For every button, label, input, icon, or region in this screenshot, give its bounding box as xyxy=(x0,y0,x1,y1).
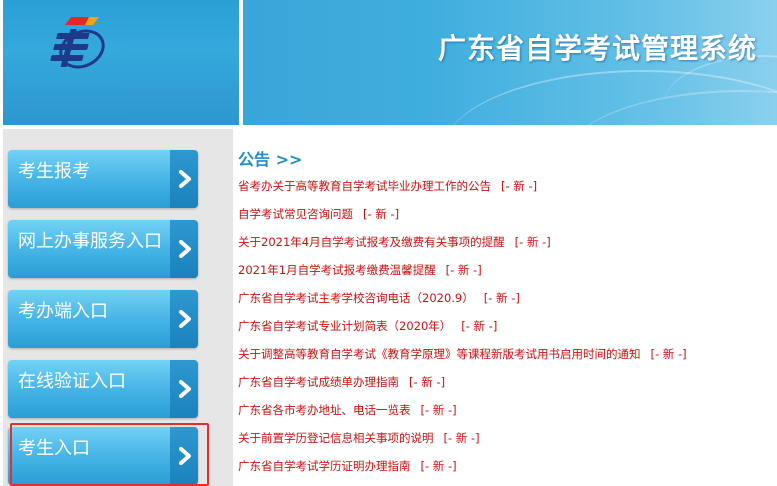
page-header: 广东省自学考试管理系统 xyxy=(0,0,777,127)
notice-link[interactable]: 关于前置学历登记信息相关事项的说明 xyxy=(238,431,434,445)
new-badge: [- 新 -] xyxy=(363,207,400,221)
list-item: 广东省自学考试成绩单办理指南 [- 新 -] xyxy=(238,372,773,400)
new-badge: [- 新 -] xyxy=(409,375,446,389)
notice-link[interactable]: 省考办关于高等教育自学考试毕业办理工作的公告 xyxy=(238,179,491,193)
notice-list: 省考办关于高等教育自学考试毕业办理工作的公告 [- 新 -] 自学考试常见咨询问题… xyxy=(238,176,773,484)
title-banner: 广东省自学考试管理系统 xyxy=(243,0,777,125)
new-badge: [- 新 -] xyxy=(650,347,687,361)
nav-arrow xyxy=(170,427,198,485)
notice-link[interactable]: 关于2021年4月自学考试报考及缴费有关事项的提醒 xyxy=(238,235,505,249)
nav-button-exam-office[interactable]: 考办端入口 xyxy=(8,290,198,348)
nav-arrow xyxy=(170,220,198,278)
chevron-right-icon xyxy=(179,240,191,258)
notice-link[interactable]: 广东省自学考试学历证明办理指南 xyxy=(238,459,411,473)
chevron-right-icon xyxy=(179,170,191,188)
list-item: 广东省自学考试专业计划简表（2020年） [- 新 -] xyxy=(238,316,773,344)
exam-system-logo-icon xyxy=(50,17,105,69)
list-item: 广东省各市考办地址、电话一览表 [- 新 -] xyxy=(238,400,773,428)
new-badge: [- 新 -] xyxy=(443,431,480,445)
chevron-right-icon xyxy=(179,380,191,398)
new-badge: [- 新 -] xyxy=(501,179,538,193)
nav-button-label: 网上办事服务入口 xyxy=(18,231,162,252)
nav-arrow xyxy=(170,290,198,348)
list-item: 关于调整高等教育自学考试《教育学原理》等课程新版考试用书启用时间的通知 [- 新 … xyxy=(238,344,773,372)
notice-link[interactable]: 广东省自学考试成绩单办理指南 xyxy=(238,375,399,389)
nav-button-label: 考生报考 xyxy=(18,161,90,182)
chevron-right-icon xyxy=(179,310,191,328)
chevron-right-icon xyxy=(179,447,191,465)
list-item: 广东省自学考试主考学校咨询电话（2020.9） [- 新 -] xyxy=(238,288,773,316)
list-item: 自学考试常见咨询问题 [- 新 -] xyxy=(238,204,773,232)
notice-link[interactable]: 广东省各市考办地址、电话一览表 xyxy=(238,403,411,417)
nav-button-label: 在线验证入口 xyxy=(18,371,126,392)
list-item: 2021年1月自学考试报考缴费温馨提醒 [- 新 -] xyxy=(238,260,773,288)
nav-button-label: 考办端入口 xyxy=(18,301,108,322)
nav-button-candidate-portal[interactable]: 考生入口 xyxy=(8,427,198,485)
notice-link[interactable]: 关于调整高等教育自学考试《教育学原理》等课程新版考试用书启用时间的通知 xyxy=(238,347,641,361)
list-item: 关于前置学历登记信息相关事项的说明 [- 新 -] xyxy=(238,428,773,456)
nav-arrow xyxy=(170,360,198,418)
site-title: 广东省自学考试管理系统 xyxy=(437,32,757,65)
sidebar-nav: 考生报考 网上办事服务入口 考办端入口 在线验证入口 考生入口 xyxy=(3,129,233,486)
new-badge: [- 新 -] xyxy=(445,263,482,277)
new-badge: [- 新 -] xyxy=(420,403,457,417)
list-item: 广东省自学考试学历证明办理指南 [- 新 -] xyxy=(238,456,773,484)
nav-button-online-services[interactable]: 网上办事服务入口 xyxy=(8,220,198,278)
notice-panel: 公告 >> 省考办关于高等教育自学考试毕业办理工作的公告 [- 新 -] 自学考试… xyxy=(238,150,773,484)
nav-button-online-verification[interactable]: 在线验证入口 xyxy=(8,360,198,418)
new-badge: [- 新 -] xyxy=(483,291,520,305)
notice-section-title[interactable]: 公告 >> xyxy=(238,150,773,170)
nav-arrow xyxy=(170,150,198,208)
new-badge: [- 新 -] xyxy=(514,235,551,249)
new-badge: [- 新 -] xyxy=(461,319,498,333)
logo-panel xyxy=(3,0,239,125)
list-item: 关于2021年4月自学考试报考及缴费有关事项的提醒 [- 新 -] xyxy=(238,232,773,260)
notice-link[interactable]: 广东省自学考试专业计划简表（2020年） xyxy=(238,319,451,333)
notice-link[interactable]: 广东省自学考试主考学校咨询电话（2020.9） xyxy=(238,291,474,305)
notice-link[interactable]: 自学考试常见咨询问题 xyxy=(238,207,353,221)
nav-button-exam-registration[interactable]: 考生报考 xyxy=(8,150,198,208)
notice-link[interactable]: 2021年1月自学考试报考缴费温馨提醒 xyxy=(238,263,436,277)
list-item: 省考办关于高等教育自学考试毕业办理工作的公告 [- 新 -] xyxy=(238,176,773,204)
nav-button-label: 考生入口 xyxy=(18,438,90,459)
new-badge: [- 新 -] xyxy=(420,459,457,473)
